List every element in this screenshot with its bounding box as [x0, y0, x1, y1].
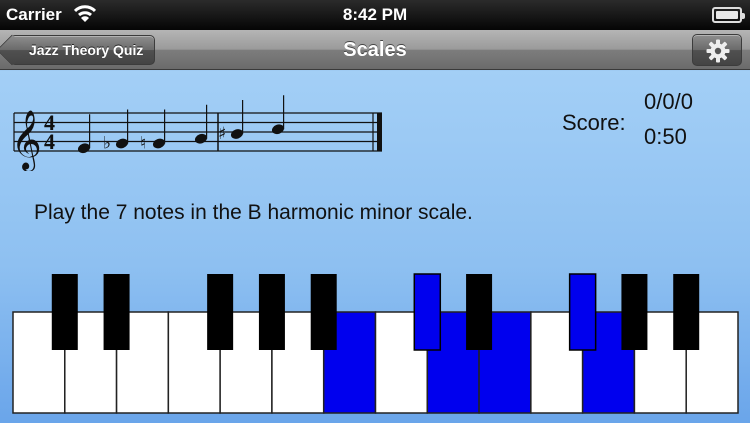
- black-key[interactable]: [413, 273, 442, 351]
- battery-icon: [712, 7, 745, 23]
- black-key[interactable]: [310, 274, 337, 350]
- gear-icon: [706, 39, 730, 63]
- black-key[interactable]: [258, 274, 285, 350]
- settings-button[interactable]: [692, 34, 742, 66]
- back-button[interactable]: Jazz Theory Quiz: [10, 35, 156, 65]
- status-bar: Carrier 8:42 PM: [0, 0, 750, 30]
- black-key[interactable]: [103, 274, 130, 350]
- black-key[interactable]: [466, 274, 493, 350]
- black-key[interactable]: [207, 274, 234, 350]
- black-key[interactable]: [621, 274, 648, 350]
- clock: 8:42 PM: [342, 5, 408, 24]
- black-key[interactable]: [568, 273, 597, 351]
- black-key[interactable]: [673, 274, 700, 350]
- piano-keyboard[interactable]: [0, 71, 750, 423]
- quiz-area: 𝄞 4 4 ♭ ♮ ♯ Score: 0/0/0 0:50 Play the 7 note…: [0, 71, 750, 423]
- back-button-label: Jazz Theory Quiz: [29, 42, 144, 58]
- black-key[interactable]: [51, 274, 78, 350]
- navigation-bar: Scales Jazz Theory Quiz: [0, 30, 750, 70]
